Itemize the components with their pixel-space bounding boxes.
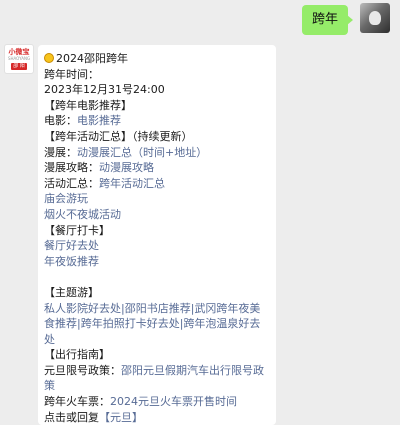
exhibit-line: 漫展：动漫展汇总（时间+地址） xyxy=(44,145,268,161)
train-link[interactable]: 2024元旦火车票开售时间 xyxy=(110,395,237,408)
exhibit-guide-link[interactable]: 动漫展攻略 xyxy=(99,161,154,174)
restriction-label: 元旦限号政策： xyxy=(44,363,121,377)
movie-label: 电影： xyxy=(44,114,77,128)
dining-header: 【餐厅打卡】 xyxy=(44,223,110,237)
sun-icon xyxy=(44,53,54,63)
dining-link-2[interactable]: 年夜饭推荐 xyxy=(44,254,268,270)
events-label: 活动汇总： xyxy=(44,176,99,190)
temple-fair-link[interactable]: 庙会游玩 xyxy=(44,191,268,207)
user-avatar-image xyxy=(369,11,381,25)
theme-link-4[interactable]: 跨年拍照打卡好去处 xyxy=(81,317,180,330)
travel-header: 【出行指南】 xyxy=(44,348,110,362)
theme-link-2[interactable]: 邵阳书店推荐 xyxy=(125,302,191,315)
bot-avatar-badge: 邵 阳 xyxy=(11,63,27,70)
exhibit-label: 漫展： xyxy=(44,145,77,159)
user-message-bubble: 跨年 xyxy=(301,5,354,35)
exhibit-guide-line: 漫展攻略：动漫展攻略 xyxy=(44,160,268,176)
dining-link-1[interactable]: 餐厅好去处 xyxy=(44,238,268,254)
events-line: 活动汇总：跨年活动汇总 xyxy=(44,176,268,192)
restriction-line: 元旦限号政策：邵阳元旦假期汽车出行限号政策 xyxy=(44,363,268,394)
theme-link-1[interactable]: 私人影院好去处 xyxy=(44,302,121,315)
exhibit-link[interactable]: 动漫展汇总（时间+地址） xyxy=(77,146,207,159)
reply-hint-label: 点击或回复 xyxy=(44,410,99,424)
bot-avatar[interactable]: 小微宝 SHAOYANG 邵 阳 xyxy=(4,44,34,74)
fireworks-link[interactable]: 烟火不夜城活动 xyxy=(44,207,268,223)
theme-links-line: 私人影院好去处|邵阳书店推荐|武冈跨年夜美食推荐|跨年拍照打卡好去处|跨年泡温泉… xyxy=(44,301,268,348)
train-label: 跨年火车票： xyxy=(44,395,110,409)
movie-line: 电影：电影推荐 xyxy=(44,113,268,129)
train-line: 跨年火车票：2024元旦火车票开售时间 xyxy=(44,394,268,410)
bot-avatar-logo: 小微宝 xyxy=(8,48,30,56)
user-avatar[interactable] xyxy=(360,3,390,33)
bot-avatar-logo-sub: SHAOYANG xyxy=(7,56,31,61)
events-header: 【跨年活动汇总】（持续更新） xyxy=(44,129,193,143)
reply-title-line: 2024邵阳跨年 xyxy=(44,51,268,67)
exhibit-guide-label: 漫展攻略： xyxy=(44,161,99,175)
events-link[interactable]: 跨年活动汇总 xyxy=(99,177,165,190)
time-label: 跨年时间： xyxy=(44,67,99,81)
reply-hint-link[interactable]: 【元旦】 xyxy=(99,411,143,424)
movie-header: 【跨年电影推荐】 xyxy=(44,98,132,112)
time-value: 2023年12月31号24:00 xyxy=(44,83,165,97)
movie-link[interactable]: 电影推荐 xyxy=(77,114,121,127)
reply-hint-line: 点击或回复【元旦】 xyxy=(44,410,268,425)
theme-header: 【主题游】 xyxy=(44,285,99,299)
bot-message-bubble: 2024邵阳跨年 跨年时间： 2023年12月31号24:00 【跨年电影推荐】… xyxy=(38,45,276,425)
user-message-text: 跨年 xyxy=(311,12,338,27)
reply-title: 2024邵阳跨年 xyxy=(56,52,128,65)
